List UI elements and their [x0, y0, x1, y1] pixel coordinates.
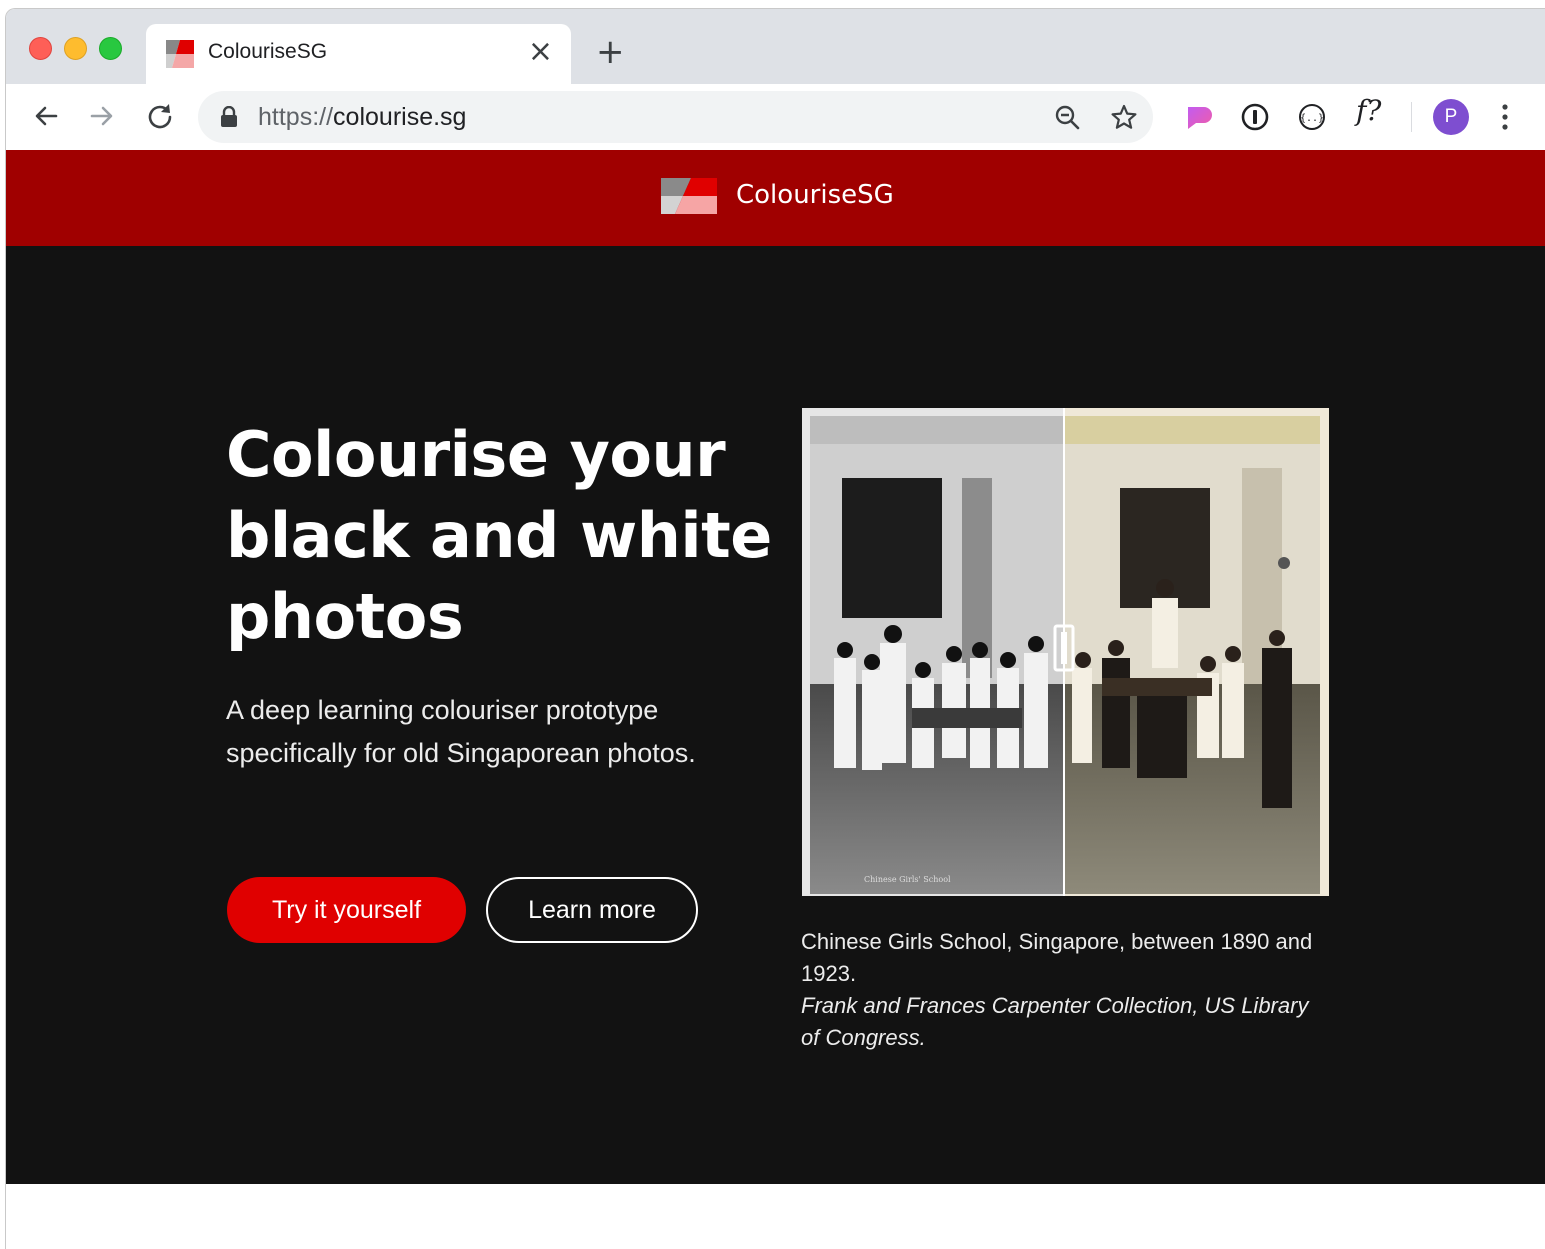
lock-icon: [221, 106, 237, 127]
caption-text: Chinese Girls School, Singapore, between…: [801, 929, 1313, 986]
site-logo-icon[interactable]: [661, 178, 717, 214]
site-name[interactable]: ColouriseSG: [736, 180, 894, 210]
photo-caption: Chinese Girls School, Singapore, between…: [801, 926, 1331, 1054]
page-below-fold: [6, 1184, 1545, 1249]
url-text[interactable]: https://colourise.sg: [258, 103, 466, 132]
caption-credit: Frank and Frances Carpenter Collection, …: [801, 993, 1309, 1050]
colour-photo-half: [1064, 408, 1329, 896]
toolbar-divider: [1411, 102, 1412, 132]
profile-avatar[interactable]: P: [1433, 99, 1469, 135]
new-tab-button[interactable]: +: [596, 35, 625, 69]
hero-section: Colourise your black and white photos A …: [6, 246, 1545, 1184]
site-header: ColouriseSG: [6, 150, 1545, 246]
favicon-icon: [166, 40, 194, 68]
bookmark-star-icon[interactable]: [1110, 103, 1138, 131]
address-bar[interactable]: https://colourise.sg: [198, 91, 1153, 143]
tab-strip: ColouriseSG × +: [6, 9, 1545, 86]
before-after-photo-slider[interactable]: Chinese Girls' School: [802, 408, 1329, 896]
back-icon[interactable]: [30, 100, 62, 132]
hero-subtitle: A deep learning colouriser prototype spe…: [226, 695, 696, 768]
maximize-window-button[interactable]: [99, 37, 122, 60]
comparison-photo: Chinese Girls' School: [802, 408, 1329, 896]
browser-window: ColouriseSG × + https://colourise.sg {..…: [5, 8, 1545, 1249]
extension-gradient-icon[interactable]: [1182, 101, 1214, 133]
json-viewer-icon[interactable]: {..}: [1296, 101, 1328, 133]
minimize-window-button[interactable]: [64, 37, 87, 60]
photo-stamp: Chinese Girls' School: [864, 875, 951, 884]
slider-divider[interactable]: [1063, 408, 1065, 896]
tab-close-icon[interactable]: ×: [528, 36, 553, 68]
browser-toolbar: https://colourise.sg {..} f? P: [6, 84, 1545, 151]
close-window-button[interactable]: [29, 37, 52, 60]
tab-title: ColouriseSG: [208, 40, 328, 63]
font-finder-icon[interactable]: f?: [1356, 94, 1381, 127]
more-vertical-icon[interactable]: [1501, 102, 1509, 132]
zoom-out-icon[interactable]: [1053, 103, 1081, 131]
password-manager-icon[interactable]: [1239, 101, 1271, 133]
svg-text:{..}: {..}: [1300, 113, 1324, 124]
try-it-yourself-button[interactable]: Try it yourself: [227, 877, 466, 943]
tab-colourisesg[interactable]: ColouriseSG ×: [146, 24, 571, 86]
hero-title: Colourise your black and white photos: [226, 418, 772, 653]
learn-more-button[interactable]: Learn more: [486, 877, 698, 943]
forward-icon[interactable]: [86, 100, 118, 132]
bw-photo-half: Chinese Girls' School: [802, 408, 1064, 896]
reload-icon[interactable]: [144, 100, 176, 132]
